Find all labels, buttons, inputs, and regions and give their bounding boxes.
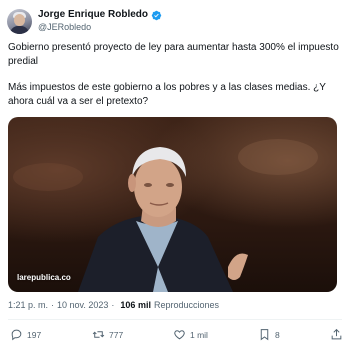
tweet-card: Jorge Enrique Robledo @JERobledo Gobiern…: [0, 0, 350, 350]
avatar[interactable]: [7, 8, 32, 34]
heart-icon: [174, 330, 185, 340]
views-count: 106 mil: [120, 300, 151, 310]
meta-separator: ·: [111, 300, 115, 310]
speaker-photo: [13, 139, 318, 292]
views-label: Reproducciones: [153, 300, 219, 310]
media-watermark: larepublica.co: [17, 273, 71, 282]
retweet-count: 777: [109, 329, 124, 340]
tweet-time[interactable]: 1:21 p. m.: [8, 300, 48, 310]
share-button[interactable]: [330, 328, 343, 341]
reply-icon: [11, 329, 22, 341]
display-name[interactable]: Jorge Enrique Robledo: [38, 9, 148, 21]
action-bar: 197 777 1 mil 8: [10, 328, 342, 344]
tweet-paragraph: Más impuestos de este gobierno a los pob…: [8, 82, 326, 107]
bookmark-count: 8: [275, 329, 280, 340]
tweet-meta: 1:21 p. m. · 10 nov. 2023 · 106 mil Repr…: [8, 300, 219, 310]
tweet-text: Gobierno presentó proyecto de ley para a…: [8, 41, 340, 108]
like-button[interactable]: 1 mil: [173, 328, 208, 341]
bookmark-button[interactable]: 8: [258, 328, 280, 341]
author-block: Jorge Enrique Robledo @JERobledo: [38, 9, 162, 33]
share-icon: [331, 328, 342, 340]
verified-badge-icon: [151, 10, 162, 20]
reply-count: 197: [27, 329, 42, 340]
like-count: 1 mil: [190, 329, 208, 340]
divider: [8, 319, 342, 320]
tweet-header: Jorge Enrique Robledo @JERobledo: [7, 6, 162, 36]
retweet-button[interactable]: 777: [92, 328, 123, 341]
user-handle[interactable]: @JERobledo: [38, 21, 162, 33]
tweet-paragraph: Gobierno presentó proyecto de ley para a…: [8, 42, 339, 67]
reply-button[interactable]: 197: [10, 328, 41, 341]
tweet-date[interactable]: 10 nov. 2023: [57, 300, 108, 310]
retweet-icon: [92, 331, 105, 338]
tweet-media-image[interactable]: larepublica.co: [8, 117, 337, 292]
meta-separator: ·: [51, 300, 55, 310]
bookmark-icon: [260, 329, 269, 341]
